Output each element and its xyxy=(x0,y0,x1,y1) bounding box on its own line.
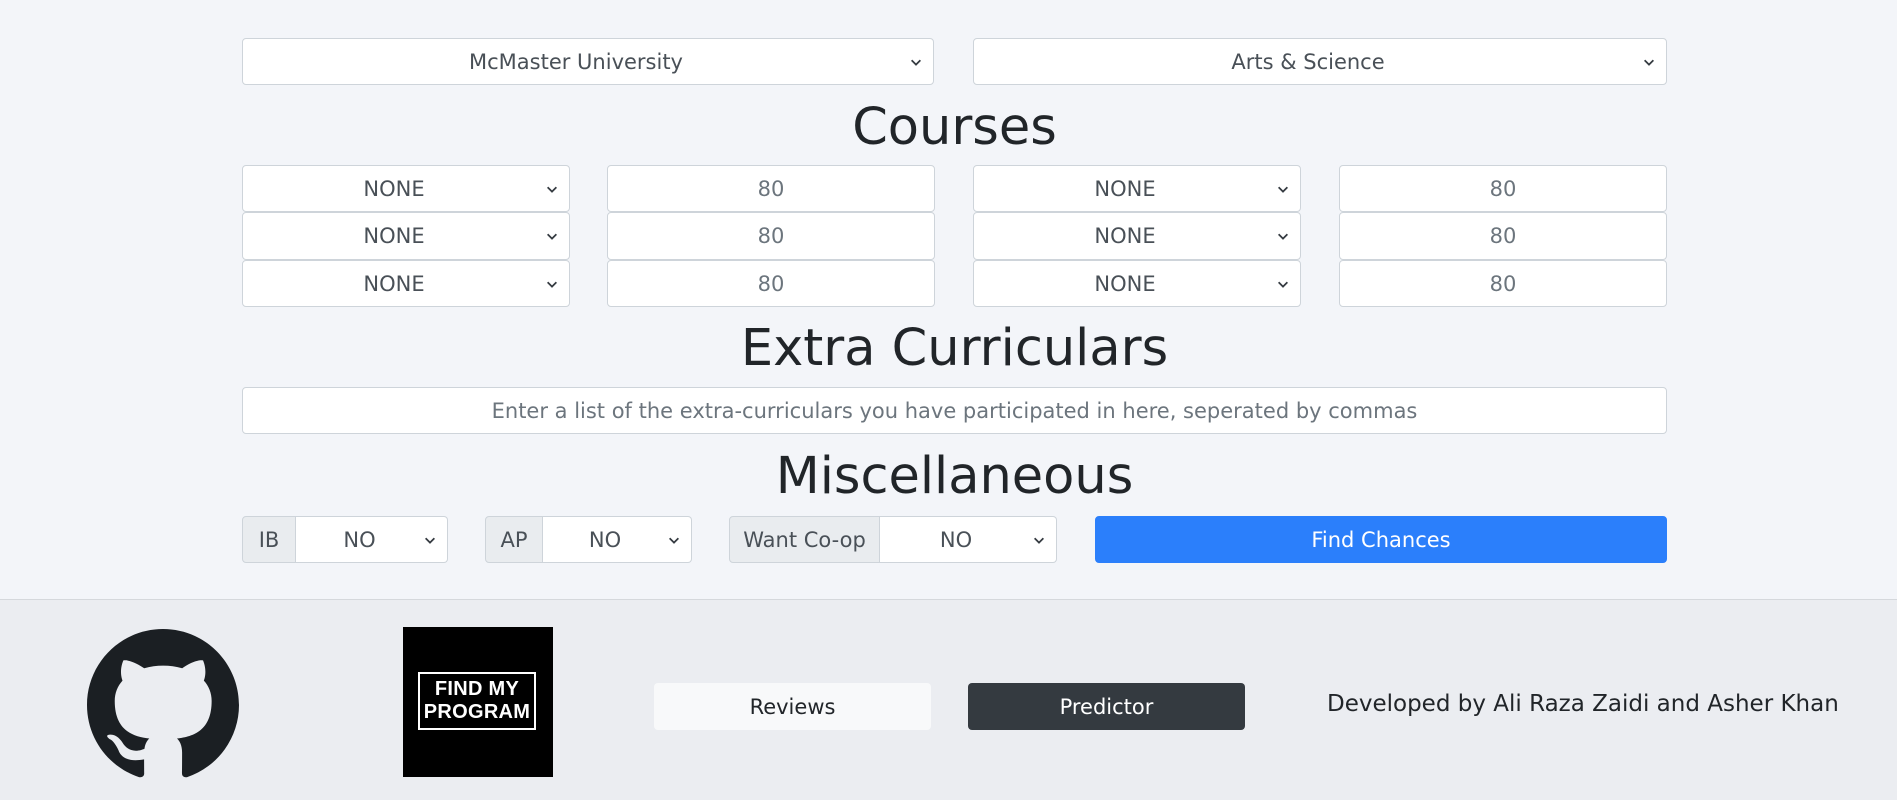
chevron-down-icon xyxy=(547,186,557,193)
chevron-down-icon xyxy=(547,281,557,288)
ib-select-value: NO xyxy=(343,527,376,552)
course-select[interactable]: NONE xyxy=(973,165,1301,212)
extracurriculars-heading: Extra Curriculars xyxy=(740,319,1169,378)
grade-input[interactable]: 80 xyxy=(1339,260,1667,307)
ap-label: AP xyxy=(485,516,543,563)
ap-select[interactable]: NO xyxy=(543,516,692,563)
university-select-value: McMaster University xyxy=(469,49,683,74)
main-form: McMaster University Arts & Science Cours… xyxy=(0,0,1897,599)
coop-label: Want Co-op xyxy=(729,516,880,563)
extracurriculars-input[interactable]: Enter a list of the extra-curriculars yo… xyxy=(242,387,1667,434)
course-select-value: NONE xyxy=(1094,271,1156,296)
grade-input[interactable]: 80 xyxy=(1339,165,1667,212)
program-select[interactable]: Arts & Science xyxy=(973,38,1667,85)
course-select[interactable]: NONE xyxy=(973,260,1301,307)
coop-input-group: Want Co-op NO xyxy=(729,516,1057,563)
grade-input[interactable]: 80 xyxy=(607,260,935,307)
course-select[interactable]: NONE xyxy=(242,165,570,212)
chevron-down-icon xyxy=(911,59,921,66)
reviews-button[interactable]: Reviews xyxy=(654,683,931,730)
grade-input[interactable]: 80 xyxy=(607,165,935,212)
predictor-button[interactable]: Predictor xyxy=(968,683,1245,730)
developer-credit: Developed by Ali Raza Zaidi and Asher Kh… xyxy=(1327,691,1839,717)
find-chances-button[interactable]: Find Chances xyxy=(1095,516,1667,563)
course-select-value: NONE xyxy=(1094,224,1156,248)
chevron-down-icon xyxy=(1278,281,1288,288)
chevron-down-icon xyxy=(1278,186,1288,193)
program-select-value: Arts & Science xyxy=(1231,49,1385,74)
grade-input[interactable]: 80 xyxy=(1339,212,1667,260)
chevron-down-icon xyxy=(547,233,557,240)
logo-text: FIND MY PROGRAM xyxy=(418,672,536,730)
find-my-program-logo[interactable]: FIND MY PROGRAM xyxy=(403,627,553,777)
chevron-down-icon xyxy=(425,537,435,544)
course-select-value: NONE xyxy=(363,224,425,248)
ib-select[interactable]: NO xyxy=(296,516,448,563)
chevron-down-icon xyxy=(1034,537,1044,544)
university-select[interactable]: McMaster University xyxy=(242,38,934,85)
github-icon[interactable] xyxy=(87,629,239,781)
chevron-down-icon xyxy=(669,537,679,544)
course-select-value: NONE xyxy=(363,271,425,296)
miscellaneous-heading: Miscellaneous xyxy=(775,447,1134,506)
grade-input[interactable]: 80 xyxy=(607,212,935,260)
ap-input-group: AP NO xyxy=(485,516,692,563)
course-select-value: NONE xyxy=(363,176,425,201)
ap-select-value: NO xyxy=(588,527,622,552)
course-select[interactable]: NONE xyxy=(242,212,570,260)
chevron-down-icon xyxy=(1278,233,1288,240)
ib-input-group: IB NO xyxy=(242,516,448,563)
footer: FIND MY PROGRAM Reviews Predictor Develo… xyxy=(0,599,1897,800)
courses-heading: Courses xyxy=(852,98,1057,157)
course-select[interactable]: NONE xyxy=(242,260,570,307)
ib-label: IB xyxy=(242,516,296,563)
course-select-value: NONE xyxy=(1094,176,1156,201)
course-select[interactable]: NONE xyxy=(973,212,1301,260)
coop-select-value: NO xyxy=(939,527,973,552)
coop-select[interactable]: NO xyxy=(880,516,1057,563)
chevron-down-icon xyxy=(1644,59,1654,66)
